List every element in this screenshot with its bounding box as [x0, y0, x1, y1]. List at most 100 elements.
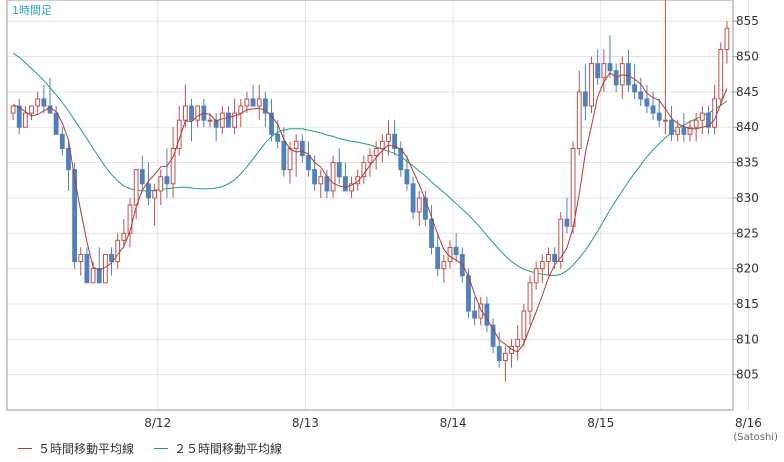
candle-body-down — [404, 169, 410, 185]
legend-label-ma5: ５時間移動平均線 — [38, 441, 135, 456]
candle-body-up — [662, 119, 668, 122]
candle-body-down — [582, 91, 588, 107]
candle-body-up — [373, 147, 379, 157]
candle-body-up — [576, 91, 582, 149]
y-tick-label: 835 — [736, 156, 759, 170]
candle-body-up — [287, 147, 293, 171]
candle-body-down — [681, 126, 687, 135]
y-tick-label: 850 — [736, 50, 759, 64]
candle-body-up — [379, 140, 385, 149]
candle-body-up — [330, 162, 336, 192]
candle-body-up — [441, 261, 447, 270]
candle-body-up — [133, 169, 139, 206]
candle-body-up — [527, 282, 533, 312]
candle-body-up — [219, 112, 225, 128]
candle-body-up — [127, 204, 133, 234]
y-tick-label: 840 — [736, 120, 759, 134]
candle-body-down — [250, 98, 256, 107]
candle-body-down — [453, 246, 459, 255]
candle-body-down — [564, 218, 570, 227]
chart-background — [0, 0, 784, 462]
candle-body-down — [53, 112, 59, 135]
candle-body-up — [589, 63, 594, 107]
candle-body-down — [275, 133, 281, 142]
candle-body-down — [146, 183, 151, 199]
candle-body-up — [416, 197, 422, 213]
candle-body-down — [669, 119, 674, 135]
candle-body-down — [410, 183, 416, 213]
legend-item-ma25: ２５時間移動平均線 — [154, 440, 282, 457]
candle-body-down — [552, 253, 558, 263]
candle-body-down — [66, 147, 71, 171]
candle-body-up — [35, 98, 41, 107]
candle-body-up — [318, 176, 324, 185]
candle-body-down — [306, 155, 311, 171]
candle-body-down — [638, 91, 644, 100]
candle-body-up — [367, 155, 373, 164]
chart-title: 1時間足 — [12, 4, 52, 17]
candle-body-down — [189, 105, 194, 121]
candlestick-chart: 805 810 815 820 825 830 835 840 845 850 855 8/12 8/… — [0, 0, 784, 462]
candle-body-up — [712, 98, 718, 128]
candle-body-up — [22, 112, 28, 128]
y-tick-label: 805 — [736, 368, 759, 382]
y-tick-label: 830 — [736, 191, 759, 205]
candle-body-down — [429, 218, 434, 248]
legend-swatch-ma25 — [154, 447, 169, 449]
candle-body-down — [312, 169, 318, 185]
credit-label: (Satoshi) — [733, 432, 778, 443]
x-tick-label: 8/16 — [735, 416, 762, 430]
legend-label-ma25: ２５時間移動平均線 — [174, 441, 283, 456]
candle-body-up — [182, 105, 188, 121]
candle-body-up — [90, 268, 96, 284]
candle-body-up — [293, 140, 299, 149]
candle-body-up — [539, 261, 545, 270]
candle-body-down — [650, 105, 656, 114]
candle-body-up — [533, 268, 539, 284]
candle-body-up — [195, 105, 201, 121]
candle-body-up — [724, 27, 730, 50]
candle-body-up — [502, 352, 508, 362]
candle-body-down — [496, 345, 502, 362]
candle-body-up — [10, 105, 16, 114]
candle-body-down — [59, 133, 65, 149]
candle-body-down — [41, 98, 47, 107]
candle-body-up — [619, 63, 625, 86]
candle-body-down — [16, 105, 22, 128]
candle-body-up — [158, 176, 164, 192]
candle-body-up — [256, 98, 262, 107]
candle-body-down — [607, 63, 613, 72]
candle-body-down — [472, 310, 478, 319]
candle-body-down — [226, 112, 231, 128]
candle-body-up — [244, 98, 250, 107]
candle-body-down — [281, 140, 287, 171]
candle-body-down — [342, 176, 348, 192]
x-tick-label: 8/14 — [440, 416, 467, 430]
candle-body-down — [644, 98, 650, 107]
legend: ５時間移動平均線 ２５時間移動平均線 — [18, 440, 302, 456]
candle-body-down — [96, 268, 102, 284]
candle-body-up — [152, 190, 158, 199]
legend-item-ma5: ５時間移動平均線 — [18, 440, 134, 457]
candle-body-up — [115, 239, 121, 263]
candle-body-up — [570, 147, 576, 227]
y-tick-label: 825 — [736, 226, 759, 240]
candle-body-up — [675, 126, 681, 135]
candle-body-down — [324, 176, 330, 192]
candle-body-down — [613, 70, 619, 86]
candle-body-up — [386, 133, 391, 142]
candle-body-up — [699, 112, 705, 121]
candle-body-up — [29, 105, 34, 114]
candle-body-up — [693, 119, 699, 128]
x-tick-label: 8/13 — [292, 416, 319, 430]
y-tick-label: 855 — [736, 14, 759, 28]
candle-body-up — [78, 253, 84, 263]
candle-body-down — [435, 246, 441, 270]
candle-body-down — [626, 63, 631, 86]
candle-body-up — [546, 253, 551, 263]
candle-body-up — [718, 48, 724, 100]
candle-body-up — [601, 63, 607, 79]
legend-swatch-ma5 — [18, 447, 32, 449]
candle-body-up — [238, 105, 244, 114]
candle-body-down — [484, 303, 490, 326]
